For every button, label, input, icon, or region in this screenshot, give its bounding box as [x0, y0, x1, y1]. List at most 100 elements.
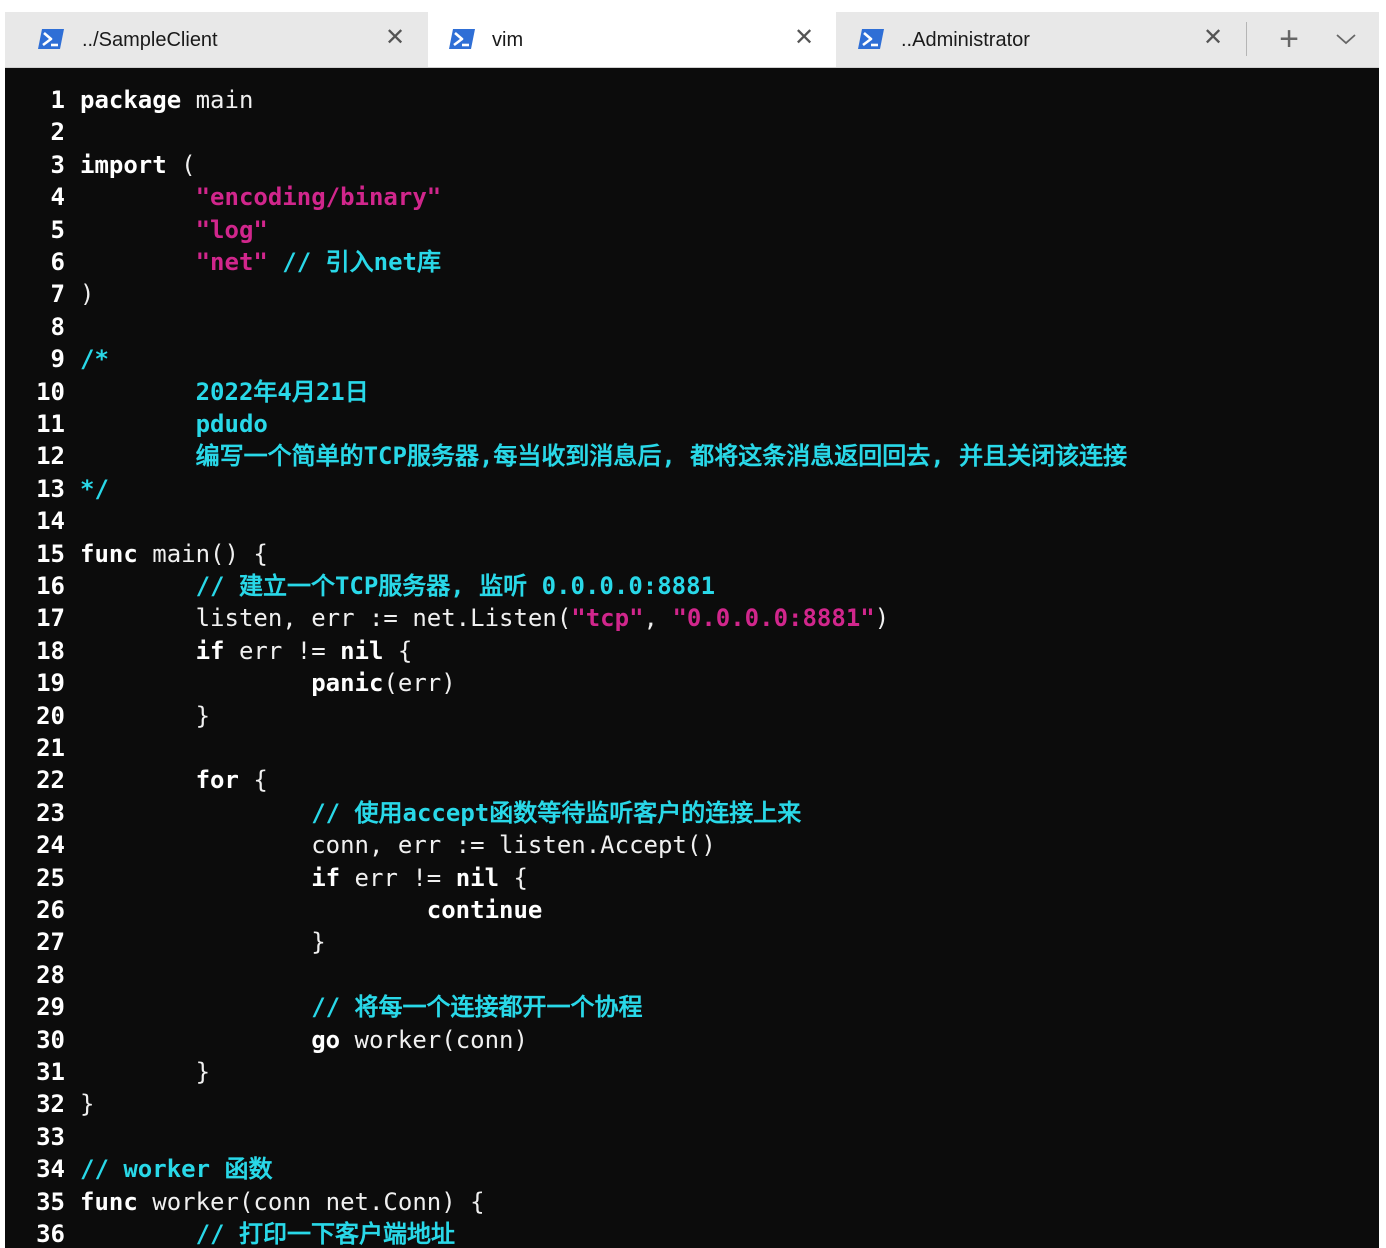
code-token: )	[80, 280, 95, 309]
code-token: // worker 函数	[80, 1155, 273, 1184]
code-line: 14	[5, 505, 1379, 537]
code-text: // 打印一下客户端地址	[80, 1218, 455, 1248]
line-number: 25	[36, 863, 65, 892]
code-line: 7)	[5, 278, 1379, 310]
code-line: 4 "encoding/binary"	[5, 181, 1379, 213]
code-token: {	[383, 636, 413, 665]
line-number: 17	[36, 604, 65, 633]
code-text: func worker(conn net.Conn) {	[80, 1186, 485, 1218]
line-number: 9	[50, 345, 65, 374]
line-number: 2	[50, 118, 65, 147]
code-token: import	[80, 150, 167, 179]
code-token: pdudo	[80, 410, 268, 438]
tab-divider	[1246, 22, 1247, 56]
line-number: 19	[36, 669, 65, 698]
code-line: 19 panic(err)	[5, 667, 1379, 699]
close-icon[interactable]: ✕	[790, 24, 818, 52]
line-number: 11	[36, 410, 65, 438]
line-number: 3	[50, 150, 65, 179]
code-text: panic(err)	[80, 667, 456, 699]
code-line: 16 // 建立一个TCP服务器, 监听 0.0.0.0:8881	[5, 570, 1379, 602]
code-line: 12 编写一个简单的TCP服务器,每当收到消息后, 都将这条消息返回回去, 并且…	[5, 440, 1379, 472]
powershell-icon	[38, 29, 64, 49]
code-text: */	[80, 473, 109, 505]
code-line: 5 "log"	[5, 214, 1379, 246]
code-token: go	[311, 1025, 341, 1054]
new-tab-button[interactable]: +	[1273, 20, 1305, 58]
line-number: 14	[36, 507, 65, 536]
code-token: nil	[340, 636, 384, 665]
code-text: 2022年4月21日	[80, 376, 369, 408]
code-token: 编写一个简单的TCP服务器,每当收到消息后, 都将这条消息返回回去, 并且关闭该…	[80, 442, 1128, 471]
code-text: // 建立一个TCP服务器, 监听 0.0.0.0:8881	[80, 570, 715, 602]
close-icon[interactable]: ✕	[381, 24, 409, 52]
powershell-icon	[449, 29, 475, 49]
code-text: import (	[80, 149, 196, 181]
code-line: 15 func main() {	[5, 538, 1379, 570]
code-line: 3 import (	[5, 149, 1379, 181]
line-number: 4	[50, 183, 65, 212]
code-token: package	[80, 86, 182, 114]
code-text: conn, err := listen.Accept()	[80, 829, 716, 861]
line-number: 16	[36, 572, 65, 600]
tab-sampleclient[interactable]: ../SampleClient ✕	[5, 12, 427, 67]
code-token: err !=	[224, 636, 341, 665]
code-line: 21	[5, 732, 1379, 764]
code-line: 6 "net" // 引入net库	[5, 246, 1379, 278]
tab-vim[interactable]: vim ✕	[428, 12, 836, 67]
code-line: 26 continue	[5, 894, 1379, 926]
line-number: 18	[36, 636, 65, 665]
tab-dropdown-button[interactable]	[1330, 24, 1362, 54]
code-line: 27 }	[5, 926, 1379, 958]
code-line: 1 package main	[5, 84, 1379, 116]
code-token: continue	[426, 896, 543, 924]
line-number: 26	[36, 896, 65, 924]
tab-administrator[interactable]: ..Administrator ✕	[837, 12, 1245, 67]
code-token: */	[80, 474, 109, 503]
code-text: }	[80, 1088, 94, 1120]
code-line: 24 conn, err := listen.Accept()	[5, 829, 1379, 861]
code-line: 36 // 打印一下客户端地址	[5, 1218, 1379, 1248]
code-text: listen, err := net.Listen("tcp", "0.0.0.…	[80, 602, 890, 634]
code-line: 35 func worker(conn net.Conn) {	[5, 1186, 1379, 1218]
code-token: {	[238, 766, 268, 795]
code-token: "log"	[195, 215, 268, 244]
close-icon[interactable]: ✕	[1199, 24, 1227, 52]
code-line: 28	[5, 959, 1379, 991]
code-line: 32}	[5, 1088, 1379, 1120]
code-token: {	[499, 863, 528, 892]
code-text: // 使用accept函数等待监听客户的连接上来	[80, 797, 801, 829]
code-token: // 建立一个TCP服务器, 监听 0.0.0.0:8881	[80, 572, 716, 600]
code-text: for {	[80, 764, 268, 796]
vim-editor[interactable]: 1 package main 2 3 import (4 "encoding/binar…	[5, 84, 1379, 1248]
code-text: // worker 函数	[80, 1153, 273, 1185]
code-token: }	[80, 928, 326, 957]
code-token: for	[195, 766, 239, 795]
tab-title: ../SampleClient	[82, 29, 218, 51]
line-number: 30	[36, 1025, 65, 1054]
code-token: worker(conn)	[340, 1025, 528, 1054]
line-number: 31	[36, 1058, 65, 1086]
code-token: listen, err := net.Listen(	[80, 604, 572, 633]
code-token: // 引入net库	[267, 248, 441, 276]
line-number: 35	[36, 1187, 65, 1216]
code-text: "net" // 引入net库	[80, 246, 441, 278]
code-line: 31 }	[5, 1056, 1379, 1088]
line-number: 34	[36, 1155, 65, 1184]
powershell-icon	[858, 29, 884, 49]
code-token: func	[80, 539, 138, 568]
code-line: 9 /*	[5, 343, 1379, 375]
line-number: 36	[36, 1220, 65, 1248]
line-number: 24	[36, 831, 65, 860]
line-number: 8	[50, 312, 65, 341]
code-text: }	[80, 1056, 210, 1088]
line-number: 23	[36, 798, 65, 827]
line-number: 22	[36, 766, 65, 795]
code-token: (	[166, 150, 196, 179]
code-token: 2022年4月21日	[80, 377, 369, 406]
